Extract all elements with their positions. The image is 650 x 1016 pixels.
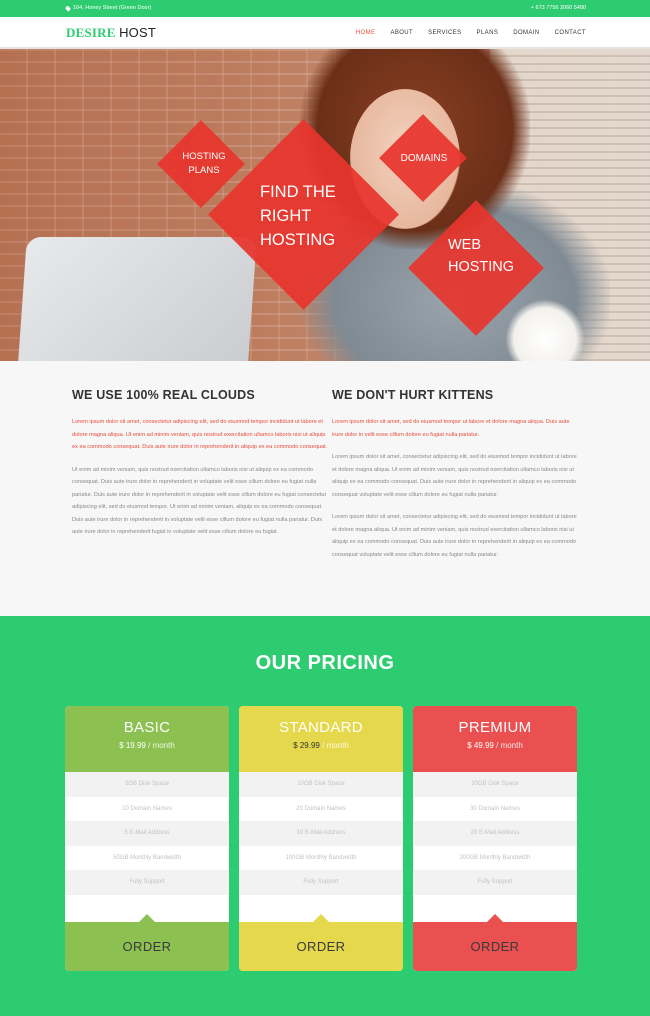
address: 164, Honey Street (Green Door) — [64, 4, 152, 12]
navbar: DESIRE HOST HOME ABOUT SERVICES PLANS DO… — [0, 17, 650, 49]
feature-right: WE DON'T HURT KITTENS Lorem ipsum dolor … — [332, 388, 580, 571]
plan-feature: 10GB Disk Space — [239, 772, 403, 797]
web-hosting-label: WEB HOSTING — [448, 237, 515, 275]
plan-card-premium: PREMIUM $ 49.99 / month 20GB Disk Space … — [413, 706, 577, 971]
feature-left-intro: Lorem ipsum dolor sit amet, consectetur … — [72, 419, 328, 450]
order-button-standard[interactable]: ORDER — [239, 914, 403, 971]
nav-services[interactable]: SERVICES — [428, 30, 461, 36]
plan-card-standard: STANDARD $ 29.99 / month 10GB Disk Space… — [239, 706, 403, 971]
main-hero-label: FIND THE RIGHT HOSTING — [260, 183, 336, 249]
plan-feature: 100GB Monthly Bandwidth — [285, 854, 357, 861]
map-pin-icon — [64, 4, 72, 12]
feature-right-body-2: Lorem ipsum dolor sit amet, consectetur … — [332, 514, 577, 558]
main-menu: HOME ABOUT SERVICES PLANS DOMAIN CONTACT — [356, 30, 586, 36]
order-label: ORDER — [470, 939, 520, 954]
pricing-section: OUR PRICING BASIC $ 19.99 / month 5GB Di… — [0, 616, 650, 1016]
feature-left: WE USE 100% REAL CLOUDS Lorem ipsum dolo… — [72, 388, 330, 549]
order-button-basic[interactable]: ORDER — [65, 914, 229, 971]
plan-header: PREMIUM $ 49.99 / month — [413, 706, 577, 772]
nav-home[interactable]: HOME — [356, 30, 376, 36]
plan-feature: Fully Support — [65, 870, 229, 895]
plan-header: STANDARD $ 29.99 / month — [239, 706, 403, 772]
top-bar: 164, Honey Street (Green Door) + 673 775… — [0, 0, 650, 17]
features-section: WE USE 100% REAL CLOUDS Lorem ipsum dolo… — [0, 361, 650, 616]
feature-right-title: WE DON'T HURT KITTENS — [332, 388, 494, 402]
plan-feature: 10 Domain Names — [122, 805, 172, 812]
hosting-plans-label: HOSTING PLANS — [182, 151, 226, 176]
plan-feature: 20GB Disk Space — [413, 772, 577, 797]
plan-feature: 20 E-Mail Address — [413, 821, 577, 846]
plan-feature: 10 E-Mail Address — [239, 821, 403, 846]
hero-banner: HOSTING PLANS FIND THE RIGHT HOSTING DOM… — [0, 49, 650, 361]
plan-price: $ 29.99 / month — [293, 741, 349, 750]
plan-feature: Fully Support — [413, 870, 577, 895]
feature-left-title: WE USE 100% REAL CLOUDS — [72, 388, 255, 402]
order-label: ORDER — [122, 939, 172, 954]
logo-part-2: HOST — [119, 25, 156, 40]
feature-right-body-1: Lorem ipsum dolor sit amet, consectetur … — [332, 454, 577, 498]
feature-right-intro: Lorem ipsum dolor sit amet, sed do eiusm… — [332, 419, 570, 438]
order-button-premium[interactable]: ORDER — [413, 914, 577, 971]
plan-price: $ 49.99 / month — [467, 741, 523, 750]
plan-feature: Fully Support — [239, 870, 403, 895]
nav-contact[interactable]: CONTACT — [555, 30, 586, 36]
logo-part-1: DESIRE — [66, 25, 116, 40]
nav-about[interactable]: ABOUT — [390, 30, 413, 36]
phone-number[interactable]: + 673 7756 2060 5480 — [531, 5, 586, 11]
plan-name: STANDARD — [279, 719, 363, 736]
plan-feature: 20 Domain Names — [296, 805, 346, 812]
plan-feature: 200GB Monthly Bandwidth — [459, 854, 531, 861]
plan-name: BASIC — [123, 719, 171, 736]
plan-feature: 30 Domain Names — [470, 805, 520, 812]
plan-feature: 5GB Disk Space — [65, 772, 229, 797]
feature-left-body: Ut enim ad minim veniam, quis nostrud ex… — [72, 466, 327, 536]
address-text: 164, Honey Street (Green Door) — [73, 5, 152, 11]
order-label: ORDER — [296, 939, 346, 954]
plan-card-basic: BASIC $ 19.99 / month 5GB Disk Space 10 … — [65, 706, 229, 971]
plan-feature: 50GB Monthly Bandwidth — [113, 854, 181, 861]
nav-plans[interactable]: PLANS — [477, 30, 499, 36]
plan-name: PREMIUM — [458, 719, 532, 736]
logo[interactable]: DESIRE HOST — [66, 25, 156, 41]
domains-label: DOMAINS — [400, 153, 448, 164]
plan-header: BASIC $ 19.99 / month — [65, 706, 229, 772]
pricing-title: OUR PRICING — [255, 652, 395, 674]
laptop-image — [17, 237, 257, 361]
plan-feature: 5 E-Mail Address — [65, 821, 229, 846]
nav-domain[interactable]: DOMAIN — [513, 30, 539, 36]
plan-price: $ 19.99 / month — [119, 741, 175, 750]
